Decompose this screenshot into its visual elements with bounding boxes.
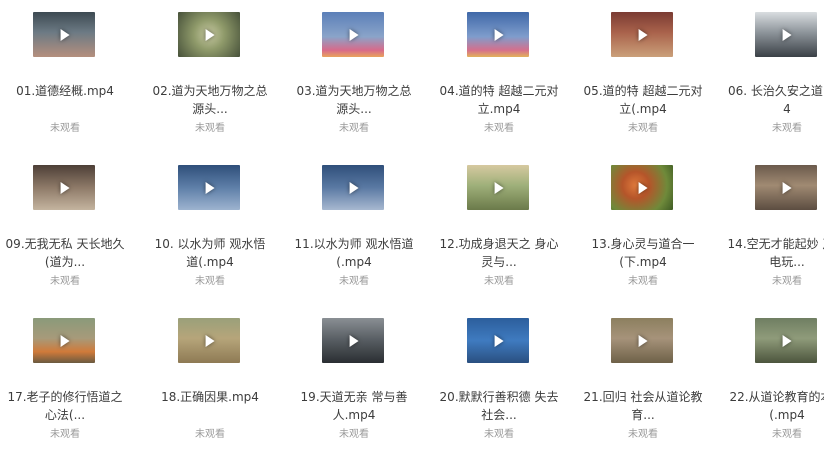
video-tile[interactable]: 12.功成身退天之 身心灵与... 未观看 [434, 165, 564, 303]
play-icon [782, 334, 792, 347]
video-thumbnail[interactable] [467, 318, 529, 363]
video-tile[interactable]: 11.以水为师 观水悟道(.mp4 未观看 [289, 165, 419, 303]
play-icon [494, 28, 504, 41]
video-title: 11.以水为师 观水悟道(.mp4 [294, 237, 414, 269]
play-icon [349, 334, 359, 347]
video-title: 04.道的特 超越二元对立.mp4 [439, 84, 559, 116]
video-thumbnail[interactable] [322, 165, 384, 210]
video-title: 20.默默行善积德 失去 社会... [439, 390, 559, 422]
video-tile[interactable]: 10. 以水为师 观水悟道(.mp4 未观看 [145, 165, 275, 303]
video-title: 06. 长治久安之道.mp4 [727, 84, 824, 116]
video-title: 12.功成身退天之 身心灵与... [439, 237, 559, 269]
watch-status: 未观看 [195, 276, 225, 287]
video-thumbnail[interactable] [33, 318, 95, 363]
watch-status: 未观看 [772, 123, 802, 134]
watch-status: 未观看 [50, 429, 80, 440]
play-icon [782, 181, 792, 194]
video-tile[interactable]: 20.默默行善积德 失去 社会... 未观看 [434, 318, 564, 456]
video-tile[interactable]: 21.回归 社会从道论教育... 未观看 [578, 318, 708, 456]
video-title: 22.从道论教育的本质(.mp4 [729, 390, 824, 422]
video-title: 03.道为天地万物之总源头... [296, 84, 412, 116]
video-thumbnail[interactable] [33, 165, 95, 210]
video-thumbnail[interactable] [611, 12, 673, 57]
video-tile[interactable]: 18.正确因果.mp4 未观看 [145, 318, 275, 456]
play-icon [205, 334, 215, 347]
video-thumbnail[interactable] [322, 318, 384, 363]
video-title: 05.道的特 超越二元对立(.mp4 [583, 84, 703, 116]
video-tile[interactable]: 17.老子的修行悟道之心法(... 未观看 [0, 318, 130, 456]
video-thumbnail[interactable] [611, 318, 673, 363]
video-title: 14.空无才能起妙 声色电玩... [727, 237, 824, 269]
play-icon [349, 28, 359, 41]
video-tile[interactable]: 03.道为天地万物之总源头... 未观看 [289, 12, 419, 150]
play-icon [638, 28, 648, 41]
play-icon [494, 181, 504, 194]
video-title: 10. 以水为师 观水悟道(.mp4 [154, 237, 266, 269]
play-icon [782, 28, 792, 41]
watch-status: 未观看 [484, 123, 514, 134]
watch-status: 未观看 [628, 276, 658, 287]
video-thumbnail[interactable] [322, 12, 384, 57]
video-thumbnail[interactable] [178, 165, 240, 210]
video-thumbnail[interactable] [755, 12, 817, 57]
video-tile[interactable]: 02.道为天地万物之总源头... 未观看 [145, 12, 275, 150]
watch-status: 未观看 [628, 123, 658, 134]
video-tile[interactable]: 06. 长治久安之道.mp4 未观看 [722, 12, 824, 150]
video-tile[interactable]: 14.空无才能起妙 声色电玩... 未观看 [722, 165, 824, 303]
watch-status: 未观看 [339, 429, 369, 440]
video-tile[interactable]: 01.道德经概.mp4 未观看 [0, 12, 130, 150]
watch-status: 未观看 [195, 123, 225, 134]
video-title: 13.身心灵与道合一 (下.mp4 [591, 237, 695, 269]
watch-status: 未观看 [50, 123, 80, 134]
watch-status: 未观看 [50, 276, 80, 287]
watch-status: 未观看 [772, 276, 802, 287]
watch-status: 未观看 [339, 123, 369, 134]
video-tile[interactable]: 09.无我无私 天长地久(道为... 未观看 [0, 165, 130, 303]
video-title: 18.正确因果.mp4 [161, 390, 259, 404]
watch-status: 未观看 [628, 429, 658, 440]
video-tile[interactable]: 05.道的特 超越二元对立(.mp4 未观看 [578, 12, 708, 150]
video-title: 19.天道无亲 常与善人.mp4 [300, 390, 408, 422]
play-icon [205, 181, 215, 194]
video-thumbnail[interactable] [611, 165, 673, 210]
video-tile[interactable]: 04.道的特 超越二元对立.mp4 未观看 [434, 12, 564, 150]
watch-status: 未观看 [484, 429, 514, 440]
play-icon [349, 181, 359, 194]
video-title: 09.无我无私 天长地久(道为... [5, 237, 125, 269]
video-title: 17.老子的修行悟道之心法(... [7, 390, 123, 422]
video-thumbnail[interactable] [755, 165, 817, 210]
play-icon [205, 28, 215, 41]
video-thumbnail[interactable] [178, 318, 240, 363]
watch-status: 未观看 [484, 276, 514, 287]
video-tile[interactable]: 22.从道论教育的本质(.mp4 未观看 [722, 318, 824, 456]
video-title: 02.道为天地万物之总源头... [152, 84, 268, 116]
video-thumbnail[interactable] [33, 12, 95, 57]
play-icon [60, 334, 70, 347]
play-icon [638, 334, 648, 347]
video-tile[interactable]: 19.天道无亲 常与善人.mp4 未观看 [289, 318, 419, 456]
watch-status: 未观看 [195, 429, 225, 440]
video-tile[interactable]: 13.身心灵与道合一 (下.mp4 未观看 [578, 165, 708, 303]
video-thumbnail[interactable] [467, 12, 529, 57]
play-icon [60, 181, 70, 194]
video-thumbnail[interactable] [178, 12, 240, 57]
video-grid: 01.道德经概.mp4 未观看 02.道为天地万物之总源头... 未观看 03.道为天地… [0, 0, 824, 449]
play-icon [60, 28, 70, 41]
video-thumbnail[interactable] [467, 165, 529, 210]
video-title: 21.回归 社会从道论教育... [583, 390, 703, 422]
play-icon [494, 334, 504, 347]
video-title: 01.道德经概.mp4 [16, 84, 114, 98]
video-thumbnail[interactable] [755, 318, 817, 363]
play-icon [638, 181, 648, 194]
watch-status: 未观看 [772, 429, 802, 440]
watch-status: 未观看 [339, 276, 369, 287]
